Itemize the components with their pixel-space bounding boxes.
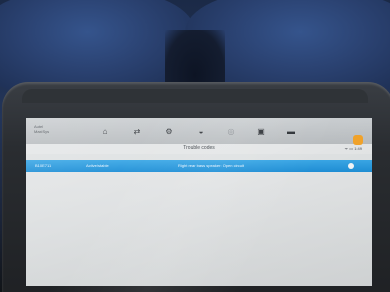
- dtc-status: Active/stable: [86, 163, 109, 168]
- page-title: Trouble codes: [183, 145, 215, 151]
- swap-icon[interactable]: ⇄: [132, 128, 142, 136]
- orange-side-button[interactable]: [353, 135, 363, 145]
- info-icon[interactable]: [348, 163, 354, 169]
- dtc-row[interactable]: B10E711 Active/stable Right rear bass sp…: [26, 160, 372, 172]
- dtc-code: B10E711: [35, 163, 52, 168]
- title-bar: Trouble codes ᯤ ▭ 1:49: [26, 144, 372, 154]
- globe-icon[interactable]: ◎: [226, 128, 236, 136]
- brand-line-2: MaxiSys: [34, 129, 50, 134]
- tablet-top-edge: [22, 89, 368, 103]
- dtc-description: Right rear bass speaker: Open circuit: [178, 163, 245, 168]
- tablet-screen: Autel MaxiSys ⌂ ⇄ ⚙ ◒ ◎ ▣ ▬ Trouble code…: [26, 118, 372, 286]
- photo-scene: Autel MaxiSys ⌂ ⇄ ⚙ ◒ ◎ ▣ ▬ Trouble code…: [0, 0, 390, 292]
- gear-icon[interactable]: ⚙: [164, 128, 174, 136]
- brand-label: Autel MaxiSys: [34, 124, 49, 134]
- printer-icon[interactable]: ▬: [286, 128, 296, 136]
- results-list: [26, 172, 372, 286]
- home-icon[interactable]: ⌂: [100, 128, 110, 136]
- top-toolbar: Autel MaxiSys ⌂ ⇄ ⚙ ◒ ◎ ▣ ▬: [26, 118, 372, 144]
- car-icon[interactable]: ◒: [196, 128, 206, 136]
- status-indicators: ᯤ ▭ 1:49: [344, 146, 362, 151]
- save-icon[interactable]: ▣: [256, 128, 266, 136]
